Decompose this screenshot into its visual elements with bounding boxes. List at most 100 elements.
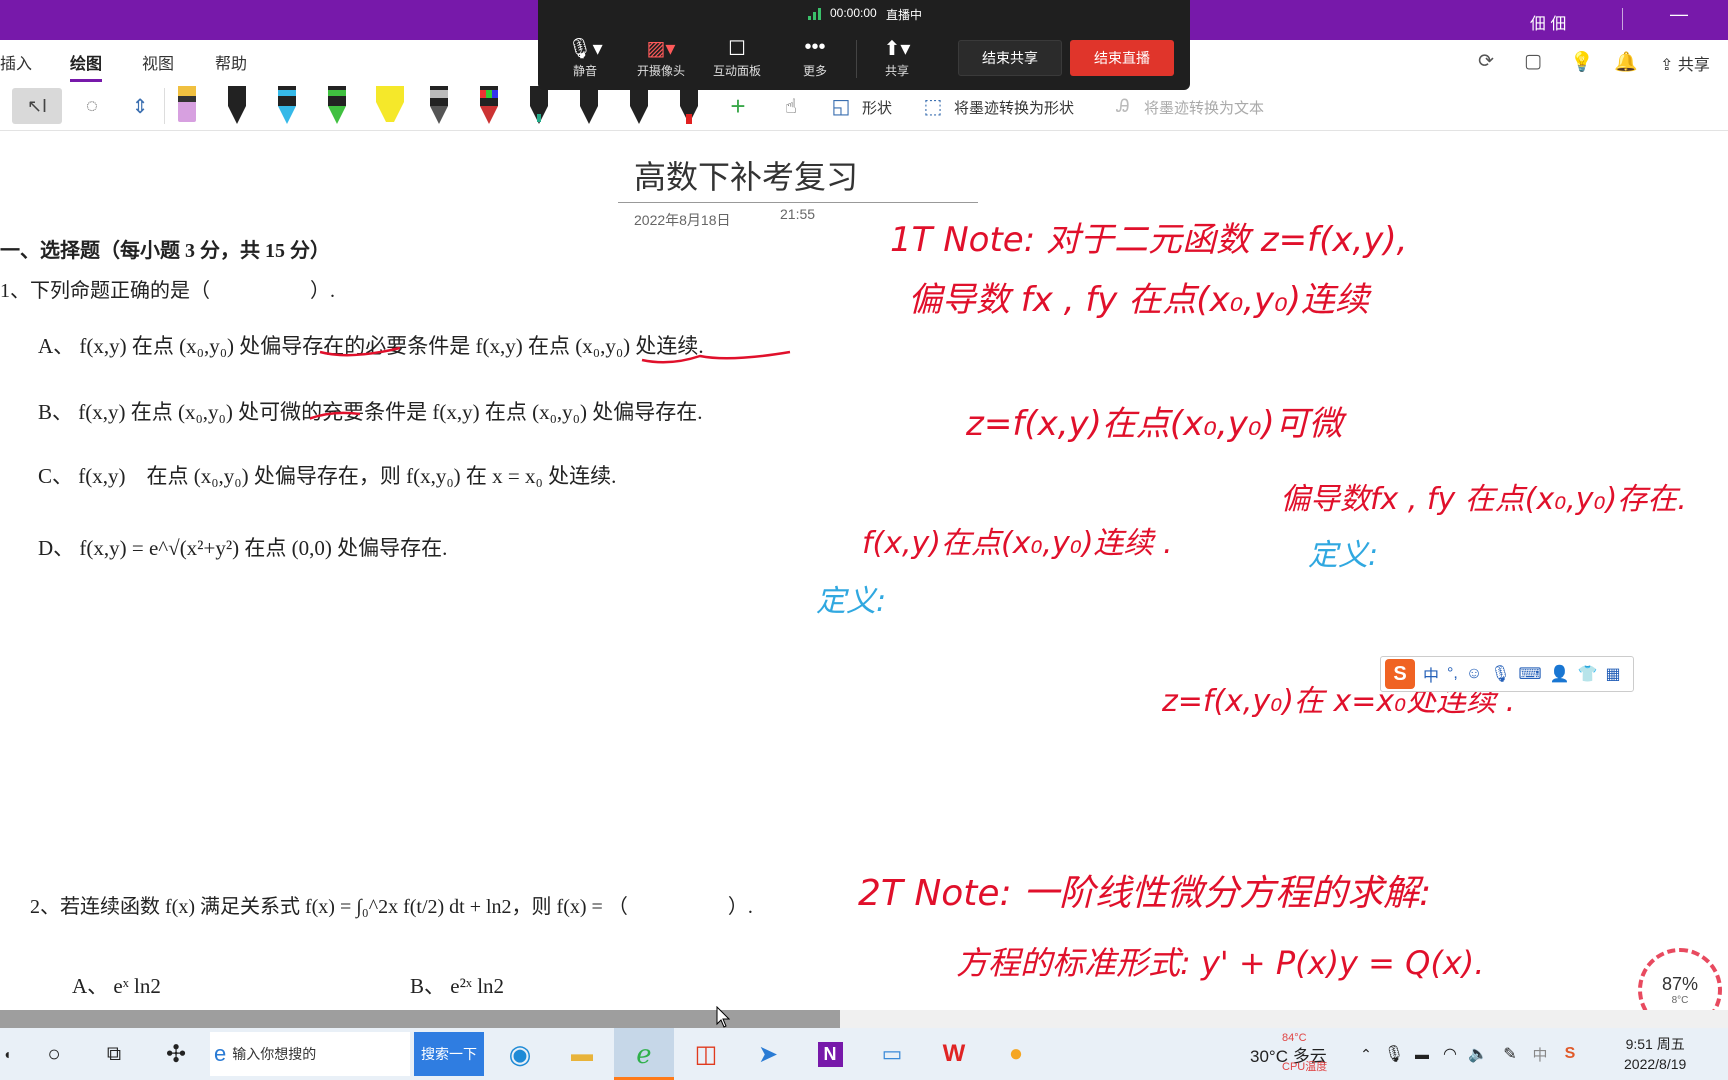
lasso-button[interactable]: ◌ — [72, 88, 112, 124]
onenote-icon: N — [817, 1041, 843, 1067]
ink-to-text-label: 将墨迹转换为文本 — [1144, 100, 1265, 117]
ink-note-1-line-1[interactable]: 1T Note: 对于二元函数 z=f(x,y), — [890, 212, 1407, 261]
add-space-button[interactable]: ⇕ — [120, 88, 160, 124]
wifi-icon[interactable]: ◠ — [1440, 1036, 1460, 1072]
wps-button[interactable]: W — [936, 1036, 972, 1072]
pen-black[interactable] — [226, 84, 248, 126]
pen-cyan[interactable] — [276, 84, 298, 126]
notebook-icon[interactable]: ▢ — [1524, 50, 1542, 73]
title-separator — [1622, 8, 1623, 30]
toolbox-icon[interactable]: ▦ — [1605, 664, 1620, 684]
ink-to-shape-icon: ⬚ — [923, 95, 943, 118]
tray-mic-icon[interactable]: 🎙 — [1384, 1036, 1404, 1072]
sogou-tray-icon[interactable]: S — [1560, 1036, 1580, 1072]
touch-draw-button[interactable]: ☝ — [774, 88, 808, 124]
feishu-button[interactable]: ➤ — [750, 1036, 786, 1072]
tab-draw[interactable]: 绘图 — [70, 50, 103, 82]
interactive-panel-button[interactable]: ☐ 互动面板 — [700, 36, 774, 79]
shapes-icon-button[interactable]: ◱ — [824, 88, 858, 124]
minimize-icon[interactable]: — — [1670, 4, 1688, 25]
ink-note-1-line-3[interactable]: z=f(x,y)在点(x₀,y₀)可微 — [966, 396, 1343, 445]
user-name[interactable]: 佃 佃 — [1530, 10, 1566, 34]
end-live-button[interactable]: 结束直播 — [1070, 40, 1174, 76]
share-button[interactable]: ⇪ 共享 — [1660, 51, 1710, 75]
pen-tray-icon[interactable]: ✎ — [1500, 1036, 1520, 1072]
share-screen-label: 共享 — [884, 64, 909, 78]
lasso-icon: ◌ — [86, 94, 98, 117]
ime-mode[interactable]: 中 — [1423, 662, 1439, 686]
ink-note-1-line-5[interactable]: f(x,y)在点(x₀,y₀)连续 . — [862, 518, 1173, 562]
ink-definition-2[interactable]: 定义: — [1308, 530, 1378, 574]
keyboard-icon[interactable]: ⌨ — [1519, 664, 1542, 684]
shapes-label[interactable]: 形状 — [862, 97, 892, 118]
media-app-button[interactable]: ● — [998, 1036, 1034, 1072]
pen-pink[interactable] — [176, 84, 198, 126]
sync-icon[interactable]: ⟳ — [1478, 50, 1494, 73]
page-title[interactable]: 高数下补考复习 — [634, 152, 858, 198]
mouse-cursor-icon — [716, 1006, 730, 1028]
battery-icon[interactable]: ▬ — [1412, 1036, 1432, 1072]
voice-icon[interactable]: 🎙 — [1490, 664, 1510, 684]
edge-icon: ◉ — [508, 1038, 532, 1069]
pen-pattern[interactable] — [428, 84, 450, 126]
lasso-select-button[interactable]: ↖I — [12, 88, 62, 124]
pen-black-2[interactable] — [578, 84, 600, 126]
start-button[interactable]: ◖ — [0, 1036, 14, 1072]
meeting-divider — [856, 40, 857, 78]
ink-note-2-line-1[interactable]: 2T Note: 一阶线性微分方程的求解: — [858, 864, 1431, 916]
bell-icon[interactable]: 🔔 — [1614, 50, 1638, 74]
horizontal-scrollbar-thumb[interactable] — [0, 1010, 840, 1028]
tray-lang[interactable]: 中 — [1530, 1036, 1550, 1072]
taskbar-search[interactable]: e 输入你想搜的 — [210, 1032, 410, 1076]
tab-help[interactable]: 帮助 — [215, 50, 247, 74]
punctuation-icon[interactable]: °, — [1447, 665, 1458, 683]
office-button[interactable]: ◫ — [688, 1036, 724, 1072]
ink-definition-1[interactable]: 定义: — [816, 576, 886, 620]
pen-rainbow[interactable] — [478, 84, 500, 126]
pen-green[interactable] — [326, 84, 348, 126]
tab-view[interactable]: 视图 — [142, 50, 174, 74]
end-share-button[interactable]: 结束共享 — [958, 40, 1062, 76]
add-pen-button[interactable]: + — [722, 88, 754, 124]
wps-icon: W — [942, 1040, 966, 1067]
search-button[interactable]: 搜索一下 — [414, 1032, 484, 1076]
message-app-button[interactable]: ▭ — [874, 1036, 910, 1072]
emoji-icon[interactable]: ☺ — [1466, 665, 1482, 683]
task-view-button[interactable]: ⧉ — [96, 1036, 132, 1072]
ink-note-2-line-2[interactable]: 方程的标准形式: y' + P(x)y = Q(x). — [956, 938, 1484, 984]
scrollbar-track[interactable] — [840, 1010, 1728, 1028]
page-date: 2022年8月18日 — [634, 212, 731, 228]
share-screen-button[interactable]: ⬆▾ 共享 — [860, 36, 934, 79]
browser-360-button[interactable]: ℯ — [626, 1036, 662, 1072]
ink-note-1-line-4[interactable]: 偏导数fx , fy 在点(x₀,y₀)存在. — [1280, 474, 1687, 518]
pen-teal[interactable] — [528, 84, 550, 126]
question-2-option-b: B、 e²ˣ ln2 — [410, 974, 505, 998]
ink-to-shape-label[interactable]: 将墨迹转换为形状 — [954, 97, 1074, 118]
lightbulb-icon[interactable]: 💡 — [1570, 50, 1594, 74]
pinwheel-app-button[interactable]: ✣ — [158, 1036, 194, 1072]
ime-toolbar[interactable]: S 中 °, ☺ 🎙 ⌨ 👤 👕 ▦ — [1380, 656, 1634, 692]
cortana-button[interactable]: ○ — [36, 1036, 72, 1072]
user-icon[interactable]: 👤 — [1550, 664, 1570, 684]
cortana-icon: ○ — [47, 1041, 61, 1066]
share-icon: ⇪ — [1660, 57, 1678, 74]
tray-chevron-icon[interactable]: ⌃ — [1358, 1036, 1374, 1072]
highlighter-yellow[interactable] — [372, 84, 408, 126]
cpu-temp-label: CPU温度 — [1282, 1061, 1328, 1073]
pen-red[interactable] — [678, 84, 700, 126]
camera-button[interactable]: ▨▾ 开摄像头 — [624, 36, 698, 79]
ink-note-1-line-2[interactable]: 偏导数 fx , fy 在点(x₀,y₀)连续 — [908, 272, 1369, 321]
system-clock[interactable]: 9:51 周五 2022/8/19 — [1624, 1034, 1686, 1074]
camera-off-icon: ▨▾ — [646, 38, 676, 60]
file-explorer-button[interactable]: ▬ — [564, 1036, 600, 1072]
mute-button[interactable]: 🎙▾ 静音 — [548, 36, 622, 79]
more-button[interactable]: ••• 更多 — [778, 36, 852, 79]
tab-insert[interactable]: 插入 — [0, 50, 32, 74]
onenote-button[interactable]: N — [812, 1036, 848, 1072]
ink-to-shape-icon-button[interactable]: ⬚ — [916, 88, 950, 124]
pen-black-3[interactable] — [628, 84, 650, 126]
taskbar: ◖ ○ ⧉ ✣ e 输入你想搜的 搜索一下 ◉ ▬ ℯ ◫ ➤ N ▭ W ● … — [0, 1028, 1728, 1080]
volume-icon[interactable]: 🔈 — [1468, 1036, 1488, 1072]
skin-icon[interactable]: 👕 — [1578, 664, 1598, 684]
edge-button[interactable]: ◉ — [502, 1036, 538, 1072]
